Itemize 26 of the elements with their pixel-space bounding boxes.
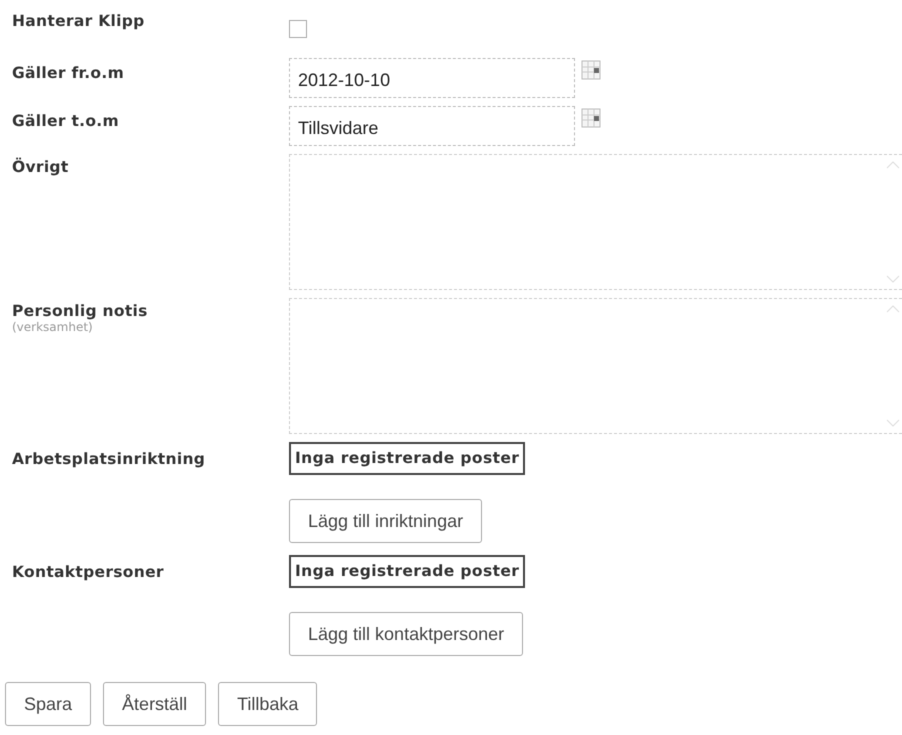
empty-list-message: Inga registrerade poster	[289, 555, 526, 588]
field-label: Gäller fr.o.m	[12, 64, 126, 82]
field-label: Kontaktpersoner	[12, 563, 165, 581]
date-field[interactable]: Tillsvidare	[289, 106, 575, 146]
text-area[interactable]	[289, 298, 902, 434]
checkbox[interactable]	[289, 20, 307, 38]
date-field[interactable]: 2012-10-10	[289, 58, 575, 98]
scroll-up-icon[interactable]	[886, 161, 900, 169]
calendar-icon[interactable]	[581, 58, 601, 80]
form-button[interactable]: Återställ	[103, 682, 206, 726]
add-button[interactable]: Lägg till kontaktpersoner	[289, 612, 524, 656]
field-label: Övrigt	[12, 158, 70, 176]
field-label: Hanterar Klipp	[12, 12, 146, 30]
field-label: Gäller t.o.m	[12, 112, 120, 130]
scroll-down-icon[interactable]	[886, 419, 900, 427]
text-area[interactable]	[289, 154, 902, 290]
form-button[interactable]: Tillbaka	[218, 682, 318, 726]
add-button[interactable]: Lägg till inriktningar	[289, 499, 482, 543]
empty-list-message: Inga registrerade poster	[289, 442, 526, 475]
field-sublabel: (verksamhet)	[12, 320, 94, 334]
scroll-up-icon[interactable]	[886, 305, 900, 313]
field-label: Personlig notis	[12, 302, 149, 320]
calendar-icon[interactable]	[581, 106, 601, 128]
scroll-down-icon[interactable]	[886, 275, 900, 283]
form-button[interactable]: Spara	[5, 682, 92, 726]
field-label: Arbetsplatsinriktning	[12, 450, 206, 468]
